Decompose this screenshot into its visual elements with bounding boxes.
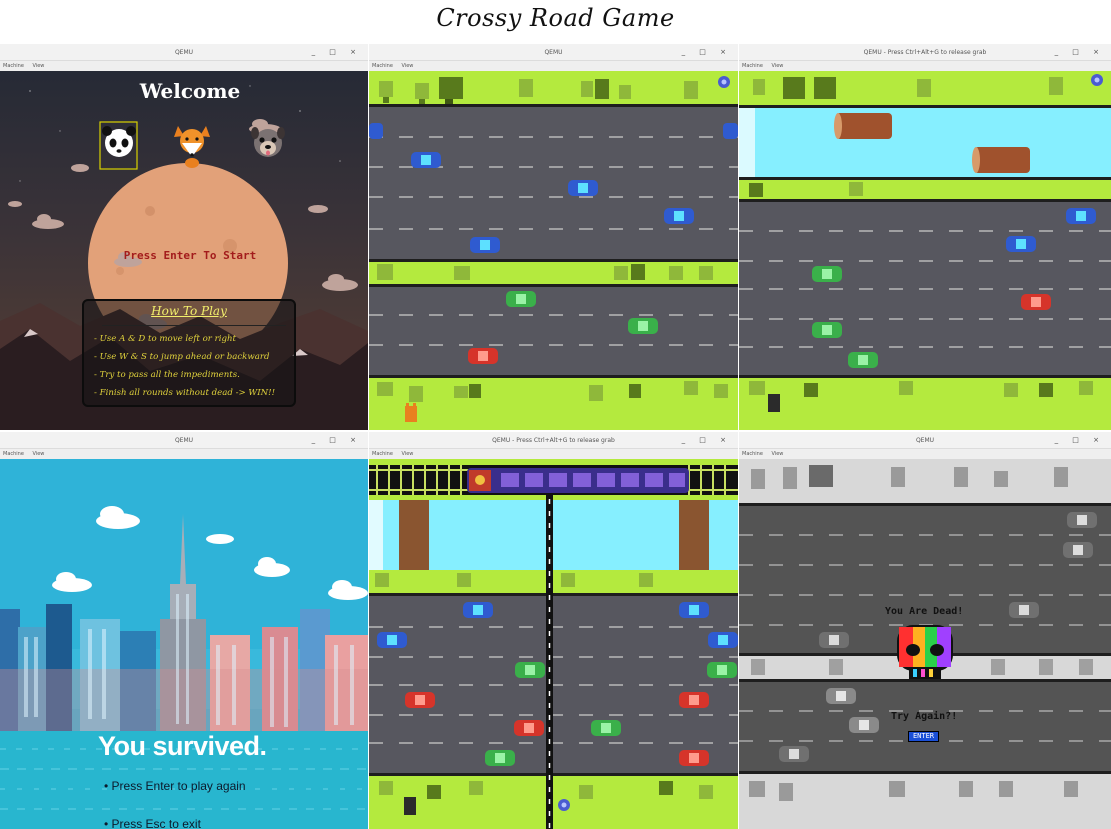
menu-view[interactable]: View [772,451,784,457]
window-controls[interactable]: _ □ × [682,44,732,61]
window-titlebar[interactable]: QEMU _ □ × [0,432,368,449]
press-enter-prompt: Press Enter To Start [123,249,257,262]
panda-icon[interactable] [102,126,136,157]
window-titlebar[interactable]: QEMU _ □ × [369,44,738,61]
gameplay-window-road: QEMU _ □ × Machine View [369,44,738,430]
window-title: QEMU [544,49,563,56]
road-lanes [369,285,738,377]
menu-view[interactable]: View [402,451,414,457]
pug-player [404,797,416,815]
game-over-message: You Are Dead! [885,606,964,617]
menu-view[interactable]: View [33,63,45,69]
exit-instruction: • Press Esc to exit [104,817,201,829]
menu-machine[interactable]: Machine [372,451,393,457]
menu-view[interactable]: View [402,63,414,69]
menu-view[interactable]: View [33,451,45,457]
game-screen[interactable]: You Are Dead! Try Again?! ENTER [739,459,1111,829]
menu-machine[interactable]: Machine [372,63,393,69]
window-titlebar[interactable]: QEMU - Press Ctrl+Alt+G to release grab … [369,432,738,449]
how-to-play-title: How To Play [151,304,227,318]
menu-bar: Machine View [0,61,368,71]
window-controls[interactable]: _ □ × [1055,432,1105,449]
victory-message: You survived. [98,731,267,761]
welcome-title: Welcome [139,79,241,103]
menu-bar: Machine View [739,61,1111,71]
welcome-window: QEMU _ □ × Machine View Welcome Press En… [0,44,368,430]
menu-bar: Machine View [0,449,368,459]
grayscale-scene [739,459,1111,829]
train-scene [369,459,738,829]
window-titlebar[interactable]: QEMU - Press Ctrl+Alt+G to release grab … [739,44,1111,61]
window-controls[interactable]: _ □ × [312,432,362,449]
game-screen[interactable] [369,459,738,829]
game-screen[interactable] [739,71,1111,430]
menu-bar: Machine View [369,449,738,459]
menu-machine[interactable]: Machine [3,63,24,69]
instruction-item: - Try to pass all the impediments. [94,370,240,380]
window-title: QEMU [174,437,194,444]
window-controls[interactable]: _ □ × [312,44,362,61]
instruction-item: - Finish all rounds without dead -> WIN!… [94,388,276,398]
pug-icon[interactable] [251,127,285,157]
train [467,468,689,493]
log-bridge [679,500,709,570]
menu-view[interactable]: View [772,63,784,69]
game-screen[interactable] [369,71,738,430]
try-again-message: Try Again?! [891,711,958,722]
window-title: QEMU [174,49,194,56]
window-title: QEMU - Press Ctrl+Alt+G to release grab [863,49,987,56]
window-controls[interactable]: _ □ × [682,432,732,449]
window-title: QEMU - Press Ctrl+Alt+G to release grab [492,437,615,444]
gameplay-window-train: QEMU - Press Ctrl+Alt+G to release grab … [369,432,738,829]
game-screen[interactable]: Welcome Press Enter To Start How To Play… [0,71,368,430]
river [739,107,1111,179]
menu-bar: Machine View [739,449,1111,459]
instruction-item: - Use W & S to jump ahead or backward [94,352,270,362]
road-scene [369,71,738,430]
menu-machine[interactable]: Machine [3,451,24,457]
enter-button[interactable]: ENTER [908,731,939,742]
log-bridge [399,500,429,570]
page-title: Crossy Road Game [436,4,675,32]
road-lanes [369,105,738,261]
divider [102,325,286,326]
window-titlebar[interactable]: QEMU _ □ × [739,432,1111,449]
menu-machine[interactable]: Machine [742,63,763,69]
game-screen[interactable]: You survived. • Press Enter to play agai… [0,459,368,829]
victory-window: QEMU _ □ × Machine View You survived. • … [0,432,368,829]
instruction-item: - Use A & D to move left or right [94,334,236,344]
window-controls[interactable]: _ □ × [1055,44,1105,61]
gameplay-window-river: QEMU - Press Ctrl+Alt+G to release grab … [739,44,1111,430]
replay-instruction: • Press Enter to play again [104,779,246,793]
river-scene [739,71,1111,430]
city-skyline-scene [0,459,368,829]
how-to-play-box: How To Play - Use A & D to move left or … [82,299,296,407]
menu-bar: Machine View [369,61,738,71]
window-title: QEMU [915,437,935,444]
menu-machine[interactable]: Machine [742,451,763,457]
pug-player [768,394,780,412]
window-titlebar[interactable]: QEMU _ □ × [0,44,368,61]
game-over-window: QEMU _ □ × Machine View You Are Dead! Tr… [739,432,1111,829]
fox-icon[interactable] [174,126,210,168]
